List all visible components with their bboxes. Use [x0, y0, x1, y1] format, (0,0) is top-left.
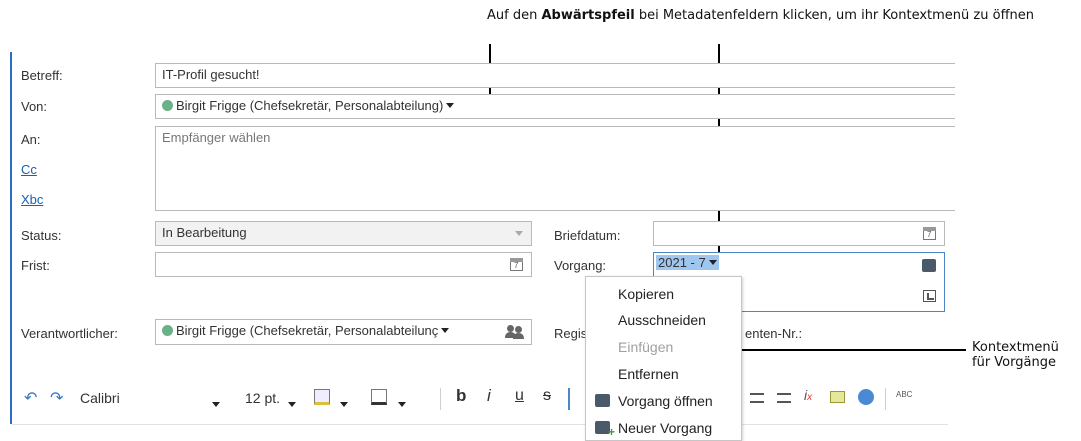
spellcheck-icon[interactable]: ABC [896, 390, 912, 399]
outdent-icon[interactable] [750, 393, 764, 403]
toolbar-bottom-border [12, 424, 948, 425]
callout-top-bold: Abwärtspfeil [541, 8, 635, 23]
betreff-field[interactable]: IT-Profil gesucht! [155, 63, 955, 88]
frist-calendar-icon[interactable] [510, 258, 523, 271]
von-label: Von: [21, 99, 48, 114]
von-value: Birgit Frigge (Chefsekretär, Personalabt… [176, 98, 444, 113]
verantwortlicher-label: Verantwortlicher: [21, 326, 118, 341]
underline-button[interactable]: u [515, 387, 524, 405]
insert-link-icon[interactable] [858, 389, 874, 405]
callout-right: Kontextmenü für Vorgänge [972, 340, 1059, 370]
vorgang-context-menu: Kopieren Ausschneiden Einfügen Entfernen… [585, 276, 742, 441]
briefdatum-label: Briefdatum: [554, 228, 621, 243]
redo-icon[interactable]: ↷ [50, 388, 63, 408]
menu-item-ausschneiden[interactable]: Ausschneiden [586, 307, 741, 333]
menu-item-label: Neuer Vorgang [618, 420, 713, 436]
menu-item-vorgang-oeffnen[interactable]: Vorgang öffnen [586, 388, 741, 414]
verantwortlicher-value: Birgit Frigge (Chefsekretär, Personalabt… [176, 323, 439, 338]
font-size-dropdown-arrow-icon[interactable] [288, 396, 296, 412]
status-select[interactable]: In Bearbeitung [155, 221, 532, 246]
vorgang-dropdown-arrow-icon[interactable] [708, 260, 717, 265]
bold-button[interactable]: b [456, 386, 466, 406]
highlight-color-icon[interactable] [314, 389, 330, 405]
font-size-select[interactable]: 12 pt. [245, 390, 280, 406]
insert-image-icon[interactable] [830, 391, 845, 403]
von-field[interactable]: Birgit Frigge (Chefsekretär, Personalabt… [155, 94, 955, 119]
highlight-dropdown-arrow-icon[interactable] [340, 396, 348, 412]
strikethrough-button[interactable]: s [543, 387, 551, 405]
menu-item-label: Einfügen [618, 339, 674, 355]
xbc-link[interactable]: Xbc [21, 192, 43, 207]
status-chevron-down-icon[interactable] [515, 231, 523, 236]
vorgang-open-case-icon[interactable] [922, 259, 936, 272]
menu-item-einfuegen: Einfügen [586, 334, 741, 360]
frist-label: Frist: [21, 258, 50, 273]
callout-top: Auf den Abwärtspfeil bei Metadatenfelder… [0, 8, 1081, 23]
status-dot-icon [162, 100, 173, 111]
status-label: Status: [21, 228, 62, 243]
frist-field[interactable] [155, 252, 532, 277]
case-icon [595, 394, 610, 407]
an-label: An: [21, 132, 41, 147]
cc-link[interactable]: Cc [21, 162, 37, 177]
toolbar-separator [440, 388, 441, 410]
verantwortlicher-dropdown-arrow-icon[interactable] [441, 328, 450, 333]
new-case-icon [595, 421, 615, 439]
betreff-value: IT-Profil gesucht! [162, 67, 260, 82]
menu-item-label: Ausschneiden [618, 312, 706, 328]
editor-left-border [10, 52, 12, 424]
clear-formatting-icon[interactable]: ix [804, 387, 812, 403]
menu-item-neuer-vorgang[interactable]: Neuer Vorgang [586, 415, 741, 441]
font-color-icon[interactable] [371, 389, 387, 405]
an-placeholder: Empfänger wählen [162, 130, 271, 145]
toolbar-separator [568, 388, 570, 410]
menu-item-label: Kopieren [618, 286, 675, 302]
callout-right-line2: für Vorgänge [972, 355, 1056, 370]
briefdatum-calendar-icon[interactable] [923, 227, 936, 240]
font-name-select[interactable]: Calibri [80, 390, 120, 406]
people-picker-icon[interactable] [505, 325, 523, 339]
verantwortlicher-field[interactable]: Birgit Frigge (Chefsekretär, Personalabt… [155, 319, 532, 345]
toolbar-separator [885, 388, 886, 410]
callout-right-line1: Kontextmenü [972, 340, 1059, 355]
menu-item-label: Entfernen [618, 366, 679, 382]
von-dropdown-arrow-icon[interactable] [446, 103, 455, 108]
status-dot-icon [162, 325, 173, 336]
registratur-label: Regis [554, 326, 588, 341]
callout-top-prefix: Auf den [487, 8, 542, 23]
dokumente-nr-label: enten-Nr.: [745, 326, 803, 341]
undo-icon[interactable]: ↶ [24, 388, 37, 408]
callout-line-context [716, 349, 966, 351]
menu-item-label: Vorgang öffnen [618, 393, 713, 409]
betreff-label: Betreff: [21, 68, 63, 83]
an-field[interactable]: Empfänger wählen [155, 126, 955, 211]
status-value: In Bearbeitung [162, 225, 247, 240]
menu-item-entfernen[interactable]: Entfernen [586, 361, 741, 387]
font-color-dropdown-arrow-icon[interactable] [398, 396, 406, 412]
indent-icon[interactable] [777, 393, 791, 403]
menu-item-kopieren[interactable]: Kopieren [586, 281, 741, 307]
italic-button[interactable]: i [487, 386, 491, 406]
vorgang-value-selected[interactable]: 2021 - 7 [656, 255, 719, 270]
vorgang-value: 2021 - 7 [658, 255, 706, 270]
briefdatum-field[interactable] [653, 221, 945, 246]
font-dropdown-arrow-icon[interactable] [212, 396, 220, 412]
vorgang-link-icon[interactable] [923, 290, 936, 302]
vorgang-label: Vorgang: [554, 258, 607, 273]
callout-top-suffix: bei Metadatenfeldern klicken, um ihr Kon… [634, 8, 1034, 23]
formatting-toolbar: ↶ ↷ Calibri 12 pt. b i u s ix ABC [12, 380, 948, 418]
